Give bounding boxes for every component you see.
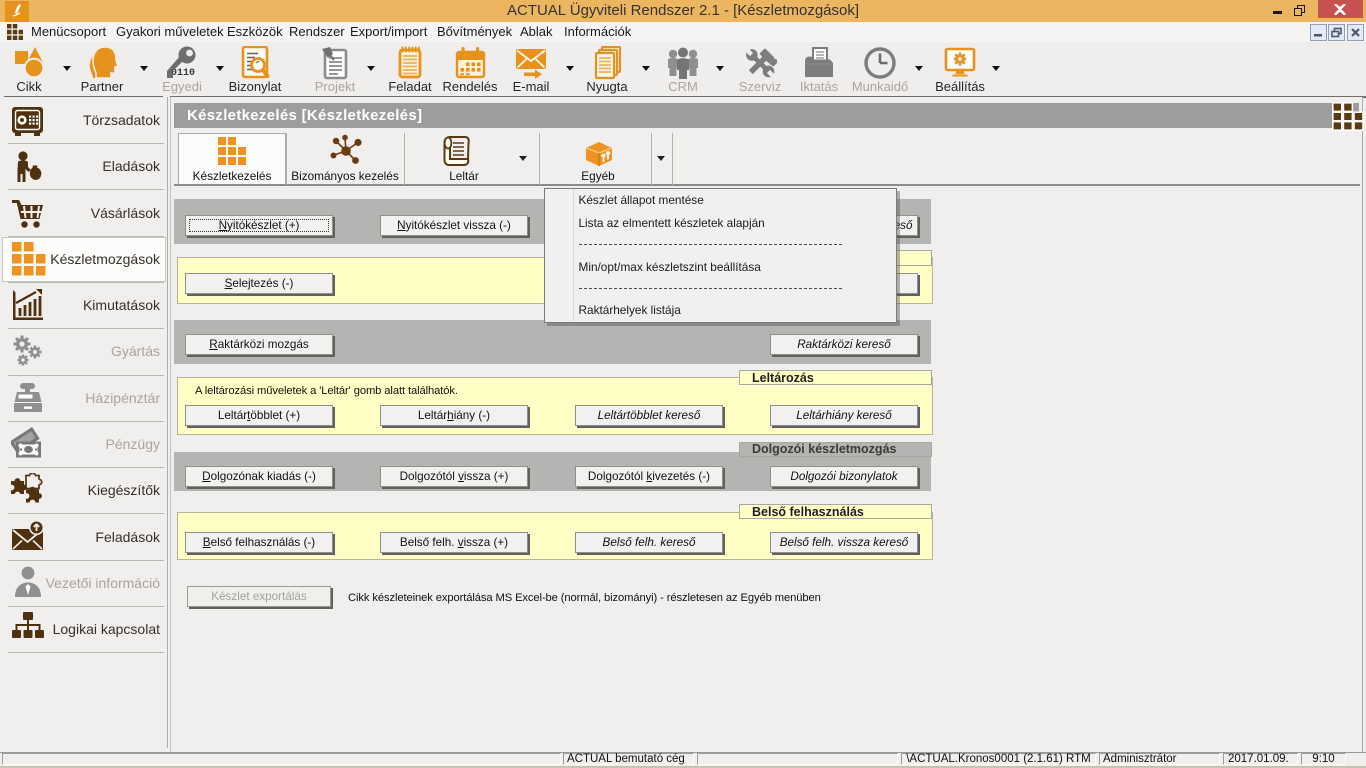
svg-text:0110: 0110 [171, 68, 195, 79]
